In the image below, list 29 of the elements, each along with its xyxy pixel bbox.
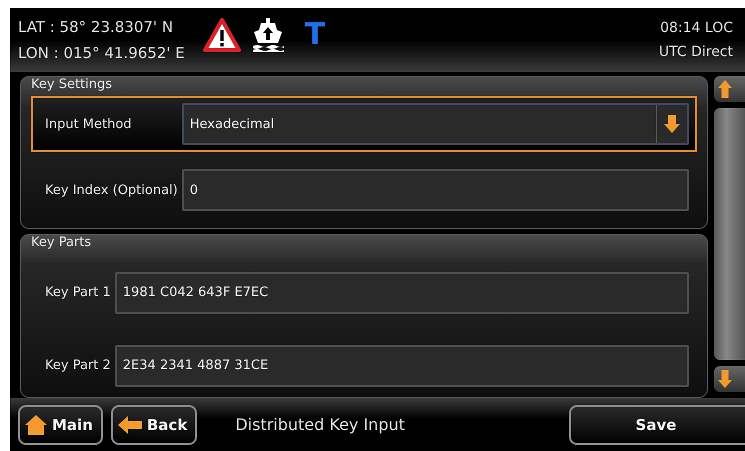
panel-title: Key Settings	[31, 77, 114, 92]
input-field[interactable]: 0	[182, 169, 689, 211]
back-button[interactable]: Back	[110, 404, 198, 444]
time-text: 08:14 LOC	[660, 20, 733, 36]
main-button[interactable]: Main	[18, 404, 103, 444]
scroll-down-button[interactable]	[714, 366, 745, 392]
down-arrow-icon	[718, 370, 732, 388]
input-field[interactable]: 1981 C042 643F E7EC	[114, 272, 689, 314]
ship-icon	[250, 16, 285, 54]
scroll-up-button[interactable]	[714, 76, 745, 102]
field-label: Input Method	[44, 116, 133, 132]
field-label: Key Part 1	[44, 285, 112, 300]
screen-title: Distributed Key Input	[235, 415, 406, 434]
mode-indicator: T	[304, 20, 326, 50]
field-label: Key Part 2	[44, 358, 112, 373]
time-source-text: UTC Direct	[658, 44, 733, 60]
field-label: Key Index (Optional)	[44, 182, 179, 198]
left-arrow-icon	[116, 414, 143, 434]
longitude-text: LON : 015° 41.9652' E	[18, 44, 185, 62]
scrollbar-track[interactable]	[714, 108, 745, 360]
down-arrow-icon	[664, 114, 680, 134]
up-arrow-icon	[718, 80, 732, 98]
dropdown[interactable]: Hexadecimal	[182, 103, 689, 145]
input-field[interactable]: 2E34 2341 4887 31CE	[114, 344, 689, 386]
home-icon	[24, 414, 48, 436]
save-button[interactable]: Save	[569, 404, 745, 444]
warning-icon	[202, 18, 241, 52]
latitude-text: LAT : 58° 23.8307' N	[18, 18, 174, 36]
panel-title: Key Parts	[31, 235, 92, 252]
